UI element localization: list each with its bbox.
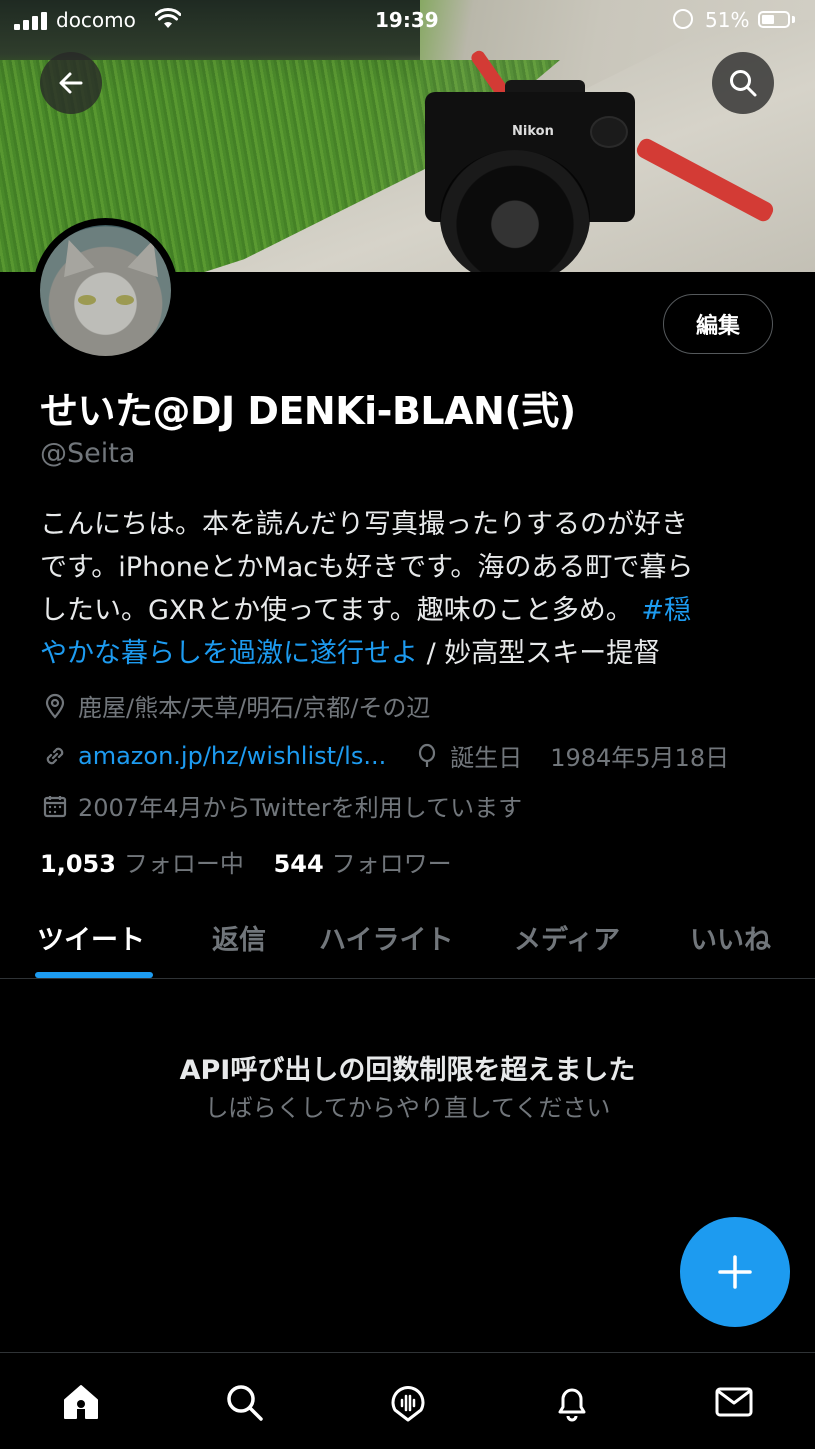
profile-tabs: ツイート 返信 ハイライト メディア いいね: [0, 900, 815, 979]
search-button[interactable]: [712, 52, 774, 114]
birthday-value: 1984年5月18日: [550, 744, 730, 772]
plus-icon: [718, 1255, 752, 1289]
avatar[interactable]: [33, 218, 178, 363]
profile-website-row: amazon.jp/hz/wishlist/ls... 誕生日 1984年5月1…: [42, 738, 729, 773]
location-text: 鹿屋/熊本/天草/明石/京都/その辺: [78, 694, 431, 722]
compose-tweet-button[interactable]: [680, 1217, 790, 1327]
nav-home[interactable]: [58, 1379, 104, 1425]
nav-notifications[interactable]: [549, 1379, 595, 1425]
calendar-icon: [43, 795, 67, 817]
tab-highlights[interactable]: ハイライト: [319, 918, 453, 957]
tab-likes[interactable]: いいね: [690, 918, 771, 957]
edit-profile-button[interactable]: 編集: [663, 294, 773, 354]
rotation-lock-icon: [673, 9, 693, 29]
camera-lens: [440, 150, 590, 272]
bio-line: こんにちは。本を読んだり写真撮ったりするのが好き: [40, 509, 688, 540]
spaces-icon: [391, 1386, 425, 1422]
rate-limit-error-subtitle: しばらくしてからやり直してください: [204, 1094, 611, 1122]
followers-link[interactable]: 544 フォロワー: [274, 850, 452, 878]
cat-ear-left: [53, 234, 95, 278]
bio-text: / 妙高型スキー提督: [418, 638, 661, 669]
nav-search[interactable]: [221, 1379, 267, 1425]
hashtag-link[interactable]: #穏: [641, 595, 691, 626]
bio-line: やかな暮らしを過激に遂行せよ / 妙高型スキー提督: [40, 632, 775, 675]
battery-tip: [792, 16, 795, 23]
following-count: 1,053: [40, 850, 116, 878]
followers-label: フォロワー: [331, 850, 452, 878]
battery-percent: 51%: [705, 8, 750, 32]
balloon-icon: [419, 743, 436, 767]
display-name: せいた@DJ DENKi-BLAN(弐): [40, 389, 576, 433]
cat-eye-right: [116, 295, 134, 305]
tab-replies[interactable]: 返信: [212, 918, 266, 957]
profile-bio: こんにちは。本を読んだり写真撮ったりするのが好き です。iPhoneとかMacも…: [40, 503, 775, 675]
nav-messages[interactable]: [711, 1379, 757, 1425]
bottom-navigation: [0, 1352, 815, 1449]
nav-spaces[interactable]: [385, 1379, 431, 1425]
search-icon: [730, 70, 757, 97]
birthday-label: 誕生日: [450, 744, 523, 772]
notifications-icon: [558, 1388, 586, 1422]
hashtag-link-cont[interactable]: やかな暮らしを過激に遂行せよ: [40, 638, 418, 669]
status-bar: docomo 19:39 51%: [0, 0, 815, 40]
back-button[interactable]: [40, 52, 102, 114]
link-icon: [46, 747, 64, 764]
wifi-icon: [154, 8, 182, 35]
signal-icon: [14, 12, 48, 30]
tab-tweets[interactable]: ツイート: [37, 918, 145, 957]
location-pin-icon: [45, 693, 65, 719]
profile-location: 鹿屋/熊本/天草/明石/京都/その辺: [42, 688, 430, 723]
following-link[interactable]: 1,053 フォロー中: [40, 850, 244, 878]
battery-icon: [758, 11, 790, 28]
home-icon: [64, 1385, 98, 1419]
messages-icon: [715, 1387, 753, 1417]
bio-line: です。iPhoneとかMacも好きです。海のある町で暮ら: [40, 552, 694, 583]
user-handle: @Seita: [40, 438, 136, 469]
carrier-name: docomo: [56, 8, 136, 32]
joined-text: 2007年4月からTwitterを利用しています: [78, 794, 523, 822]
active-tab-indicator: [35, 972, 153, 978]
avatar-image: [40, 225, 171, 356]
camera-dial: [590, 116, 628, 148]
website-link[interactable]: amazon.jp/hz/wishlist/ls...: [78, 742, 386, 770]
follow-stats: 1,053 フォロー中 544 フォロワー: [40, 844, 452, 879]
followers-count: 544: [273, 850, 324, 878]
cat-eye-left: [78, 295, 96, 305]
bio-line: したい。GXRとか使ってます。趣味のこと多め。 #穏: [40, 589, 775, 632]
tab-media[interactable]: メディア: [514, 918, 620, 957]
profile-joined: 2007年4月からTwitterを利用しています: [42, 788, 522, 823]
clock: 19:39: [375, 8, 439, 32]
following-label: フォロー中: [123, 850, 244, 878]
camera-brand: Nikon: [512, 124, 554, 139]
rate-limit-error-title: API呼び出しの回数制限を超えました: [179, 1055, 636, 1086]
bio-text: したい。GXRとか使ってます。趣味のこと多め。: [40, 595, 633, 626]
search-icon: [227, 1385, 263, 1421]
arrow-left-icon: [59, 72, 83, 94]
